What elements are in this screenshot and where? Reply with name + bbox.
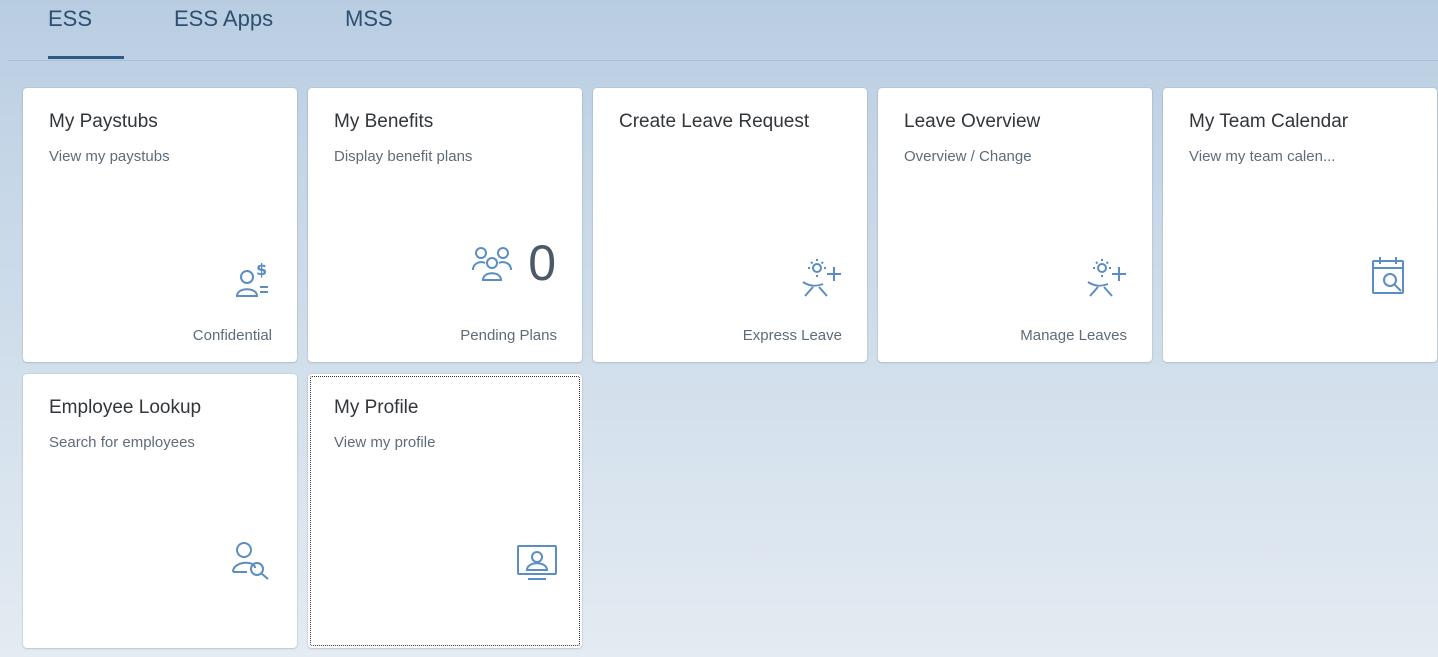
tile-footer: Manage Leaves [1020, 327, 1127, 344]
kpi-block: 0 [470, 238, 556, 288]
tab-ess[interactable]: ESS [48, 6, 92, 32]
tile-footer: Confidential [192, 327, 272, 344]
tile-subtitle: Overview / Change [904, 148, 1032, 165]
tile-subtitle: View my profile [334, 434, 436, 451]
kpi-value: 0 [528, 235, 556, 291]
tile-my-team-calendar[interactable]: My Team Calendar View my team calen... [1163, 88, 1437, 362]
tab-ess-apps[interactable]: ESS Apps [174, 6, 273, 32]
group-icon [470, 244, 514, 282]
tile-title: Employee Lookup [49, 397, 202, 418]
employee-payment-icon: $ [235, 260, 271, 298]
tile-my-paystubs[interactable]: My Paystubs View my paystubs $ Confident… [23, 88, 297, 362]
tile-title: Create Leave Request [619, 111, 810, 132]
tile-title: My Paystubs [49, 111, 158, 132]
tile-create-leave-request[interactable]: Create Leave Request Express Leave [593, 88, 867, 362]
tab-mss[interactable]: MSS [345, 6, 393, 32]
tile-title: My Profile [334, 397, 419, 418]
tile-my-profile[interactable]: My Profile View my profile [308, 374, 582, 648]
tab-bar: ESS ESS Apps MSS [8, 0, 1438, 61]
tile-footer: Pending Plans [460, 327, 557, 344]
launchpad: ESS ESS Apps MSS My Paystubs View my pay… [8, 0, 1438, 657]
active-tab-indicator [48, 56, 124, 59]
svg-text:$: $ [256, 260, 267, 279]
tile-title: My Team Calendar [1189, 111, 1349, 132]
tile-subtitle: View my paystubs [49, 148, 170, 165]
tile-footer: Express Leave [742, 327, 842, 344]
tile-title: My Benefits [334, 111, 434, 132]
calendar-search-icon [1371, 256, 1407, 296]
tile-subtitle: Search for employees [49, 434, 195, 451]
tile-employee-lookup[interactable]: Employee Lookup Search for employees [23, 374, 297, 648]
tile-leave-overview[interactable]: Leave Overview Overview / Change Manage … [878, 88, 1152, 362]
leave-request-icon [1084, 258, 1128, 298]
employee-lookup-icon [231, 540, 271, 580]
profile-card-icon [516, 544, 558, 582]
tile-subtitle: Display benefit plans [334, 148, 473, 165]
leave-request-icon [799, 258, 843, 298]
tile-subtitle: View my team calen... [1189, 148, 1336, 165]
tile-my-benefits[interactable]: My Benefits Display benefit plans 0 Pend… [308, 88, 582, 362]
tile-title: Leave Overview [904, 111, 1041, 132]
